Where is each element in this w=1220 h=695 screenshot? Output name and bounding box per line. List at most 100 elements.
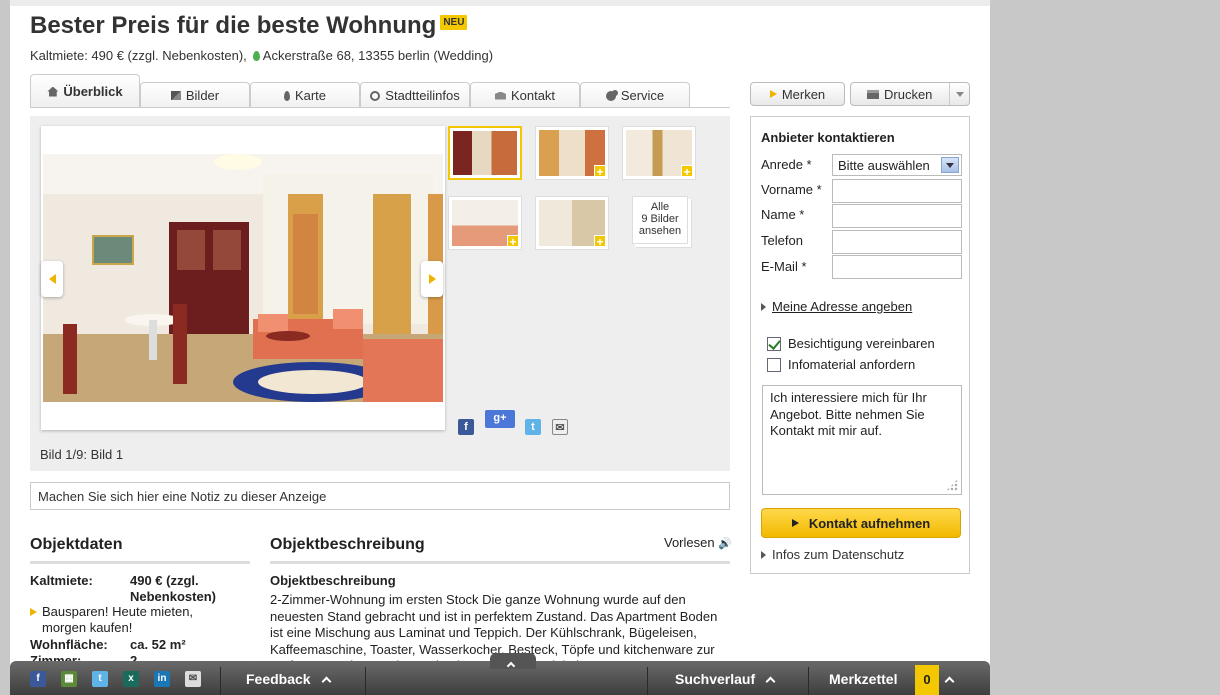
arrow-icon bbox=[769, 90, 777, 98]
merken-button[interactable]: Merken bbox=[750, 82, 845, 106]
button-label: Drucken bbox=[884, 86, 933, 102]
divider bbox=[808, 667, 809, 695]
map-pin-icon bbox=[283, 90, 290, 101]
infomaterial-checkbox[interactable] bbox=[767, 358, 781, 372]
divider bbox=[365, 667, 366, 695]
listing-subline: Kaltmiete: 490 € (zzgl. Nebenkosten), Ack… bbox=[30, 48, 493, 63]
next-image-button[interactable] bbox=[421, 261, 443, 297]
vorname-field[interactable] bbox=[832, 179, 962, 203]
bausparen-link[interactable]: Bausparen! Heute mieten, morgen kaufen! bbox=[30, 604, 210, 636]
tab-stadtteilinfos[interactable]: Stadtteilinfos bbox=[360, 82, 470, 108]
twitter-icon[interactable]: t bbox=[525, 419, 541, 435]
toolbar-toggle[interactable] bbox=[490, 653, 536, 671]
rent-summary: Kaltmiete: 490 € (zzgl. Nebenkosten), bbox=[30, 48, 247, 63]
telefon-field[interactable] bbox=[832, 230, 962, 254]
anrede-label: Anrede * bbox=[761, 157, 812, 172]
thumbnail[interactable]: + bbox=[535, 126, 609, 180]
note-field[interactable]: Machen Sie sich hier eine Notiz zu diese… bbox=[30, 482, 730, 510]
google-plus-icon[interactable]: g+ bbox=[485, 410, 515, 428]
od-label: Kaltmiete: bbox=[30, 573, 93, 588]
vorlesen-label: Vorlesen bbox=[664, 535, 715, 550]
thumbnail[interactable]: + bbox=[448, 196, 522, 250]
chevron-up-icon bbox=[506, 661, 516, 671]
page-title: Bester Preis für die beste Wohnung NEU bbox=[30, 12, 468, 40]
kontakt-aufnehmen-button[interactable]: Kontakt aufnehmen bbox=[761, 508, 961, 538]
house-icon bbox=[47, 86, 59, 97]
vorlesen-button[interactable]: Vorlesen 🔊 bbox=[664, 535, 732, 550]
xing-icon[interactable]: x bbox=[123, 671, 139, 687]
email-field[interactable] bbox=[832, 255, 962, 279]
envelope-icon bbox=[494, 91, 506, 100]
name-field[interactable] bbox=[832, 204, 962, 228]
thumbnail[interactable] bbox=[448, 126, 522, 180]
tab-divider bbox=[30, 107, 730, 108]
message-textarea[interactable]: Ich interessiere mich für Ihr Angebot. B… bbox=[762, 385, 962, 495]
facebook-icon[interactable]: f bbox=[30, 671, 46, 687]
arrow-icon bbox=[761, 551, 766, 559]
bottom-toolbar: f ▦ t x in ✉ Feedback Suchverlauf Merkze… bbox=[10, 653, 990, 695]
all-images-button[interactable]: Alle 9 Bilder ansehen bbox=[632, 196, 688, 244]
divider bbox=[647, 667, 648, 695]
vorname-label: Vorname * bbox=[761, 182, 822, 197]
contact-heading: Anbieter kontaktieren bbox=[761, 130, 895, 145]
button-label: Feedback bbox=[246, 671, 311, 687]
tab-bar: Überblick Bilder Karte Stadtteilinfos Ko… bbox=[30, 74, 700, 108]
image-gallery: Bild 1/9: Bild 1 + + + + Alle 9 Bilder a… bbox=[30, 116, 730, 471]
target-icon bbox=[370, 90, 381, 101]
plus-icon: + bbox=[594, 235, 606, 248]
facebook-icon[interactable]: f bbox=[458, 419, 474, 435]
drucken-button[interactable]: Drucken bbox=[850, 82, 970, 106]
od-value: 490 € (zzgl. Nebenkosten) bbox=[130, 573, 216, 604]
promo-text: Bausparen! Heute mieten, morgen kaufen! bbox=[42, 604, 194, 635]
contact-panel: Anbieter kontaktieren Anrede * Bitte aus… bbox=[750, 116, 970, 574]
speaker-icon: 🔊 bbox=[718, 538, 732, 550]
chevron-up-icon bbox=[321, 676, 332, 687]
desc-subheading: Objektbeschreibung bbox=[270, 573, 396, 588]
telefon-label: Telefon bbox=[761, 233, 803, 248]
tab-ueberblick[interactable]: Überblick bbox=[30, 74, 140, 108]
drucken-dropdown[interactable] bbox=[949, 83, 969, 105]
merkzettel-count-badge: 0 bbox=[915, 665, 939, 695]
message-text: Ich interessiere mich für Ihr Angebot. B… bbox=[770, 390, 927, 438]
tab-karte[interactable]: Karte bbox=[250, 82, 360, 108]
tab-bilder[interactable]: Bilder bbox=[140, 82, 250, 108]
email-icon[interactable]: ✉ bbox=[552, 419, 568, 435]
twitter-icon[interactable]: t bbox=[92, 671, 108, 687]
thumbnail[interactable]: + bbox=[535, 196, 609, 250]
chevron-down-icon bbox=[955, 91, 964, 97]
thumbnail[interactable]: + bbox=[622, 126, 696, 180]
chevron-up-icon bbox=[944, 676, 955, 687]
merkzettel-button[interactable]: Merkzettel bbox=[829, 671, 897, 687]
tab-label: Überblick bbox=[63, 84, 123, 99]
suchverlauf-button[interactable]: Suchverlauf bbox=[675, 671, 776, 687]
button-label: Merkzettel bbox=[829, 671, 898, 687]
calendar-icon[interactable]: ▦ bbox=[61, 671, 77, 687]
prev-image-button[interactable] bbox=[41, 261, 63, 297]
tab-kontakt[interactable]: Kontakt bbox=[470, 82, 580, 108]
od-value: ca. 52 m² bbox=[130, 637, 186, 652]
divider bbox=[30, 561, 250, 564]
merkzettel-toggle[interactable] bbox=[938, 671, 955, 687]
objektdaten-heading: Objektdaten bbox=[30, 536, 123, 553]
link-label: Infos zum Datenschutz bbox=[772, 547, 905, 562]
all-images-line: ansehen bbox=[638, 225, 682, 237]
top-strip bbox=[10, 0, 990, 6]
privacy-link[interactable]: Infos zum Datenschutz bbox=[761, 547, 904, 562]
main-image-frame bbox=[41, 126, 445, 430]
arrow-icon bbox=[30, 608, 37, 616]
email-icon[interactable]: ✉ bbox=[185, 671, 201, 687]
tab-service[interactable]: Service bbox=[580, 82, 690, 108]
select-value: Bitte auswählen bbox=[838, 158, 930, 173]
pictures-icon bbox=[170, 91, 181, 100]
page: Bester Preis für die beste Wohnung NEU Ka… bbox=[10, 0, 990, 695]
plus-icon: + bbox=[594, 165, 606, 178]
beschreibung-heading: Objektbeschreibung bbox=[270, 536, 425, 553]
link-label: Meine Adresse angeben bbox=[772, 299, 913, 314]
main-image[interactable] bbox=[43, 154, 443, 402]
infomaterial-label: Infomaterial anfordern bbox=[788, 357, 916, 372]
address-link[interactable]: Meine Adresse angeben bbox=[761, 299, 912, 314]
besichtigung-checkbox[interactable] bbox=[767, 337, 781, 351]
linkedin-icon[interactable]: in bbox=[154, 671, 170, 687]
feedback-button[interactable]: Feedback bbox=[246, 671, 332, 687]
anrede-select[interactable]: Bitte auswählen bbox=[832, 154, 962, 176]
